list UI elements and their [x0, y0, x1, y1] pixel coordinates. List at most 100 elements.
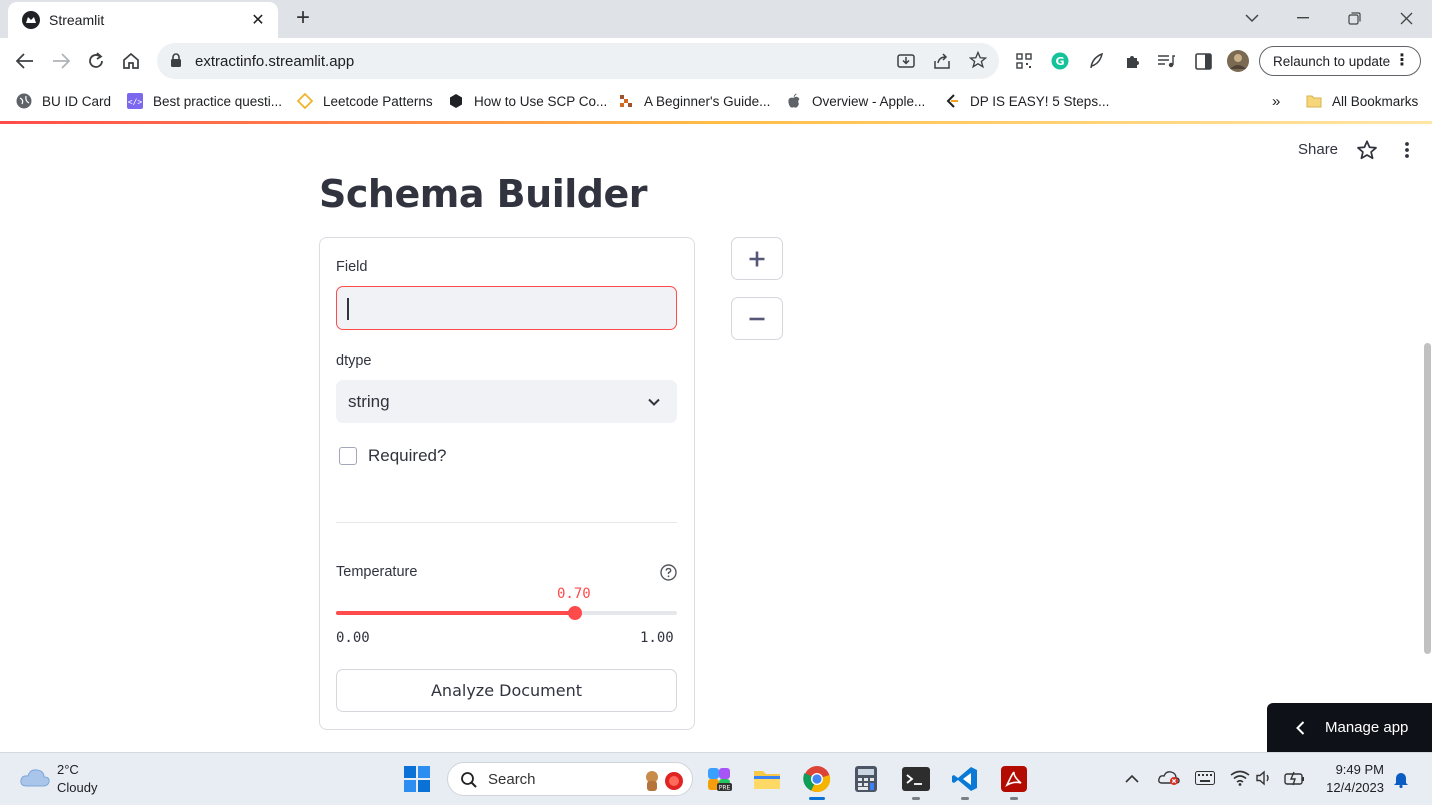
- dtype-label: dtype: [336, 353, 372, 369]
- clock-time[interactable]: 9:49 PM: [1332, 762, 1384, 777]
- streamlit-top-decoration: [0, 121, 1432, 124]
- weather-temp[interactable]: 2°C: [57, 762, 79, 777]
- weather-desc[interactable]: Cloudy: [57, 780, 97, 795]
- running-indicator: [1010, 797, 1018, 800]
- chrome-menu-icon[interactable]: ⋮: [1394, 53, 1410, 69]
- back-icon[interactable]: [13, 49, 37, 73]
- temperature-max: 1.00: [640, 630, 674, 646]
- bookmarks-bar: BU ID Card </> Best practice questi... L…: [0, 84, 1432, 118]
- side-panel-icon[interactable]: [1192, 50, 1214, 72]
- close-tab-icon[interactable]: ✕: [248, 10, 268, 30]
- windows-start-icon[interactable]: [401, 763, 433, 795]
- home-icon[interactable]: [119, 49, 143, 73]
- required-label[interactable]: Required?: [368, 446, 446, 466]
- volume-icon[interactable]: [1256, 770, 1274, 791]
- plus-icon: [749, 251, 765, 266]
- page-scrollbar[interactable]: [1424, 343, 1431, 654]
- main-menu-icon[interactable]: [1398, 139, 1416, 161]
- cloud-icon[interactable]: [19, 766, 51, 793]
- svg-text:PRE: PRE: [719, 785, 731, 792]
- temperature-slider-fill: [336, 611, 575, 615]
- temperature-slider-thumb[interactable]: [568, 606, 582, 620]
- extensions-icon[interactable]: [1121, 50, 1143, 72]
- apple-icon: [786, 93, 802, 109]
- restore-icon[interactable]: [1341, 6, 1367, 30]
- media-queue-icon[interactable]: [1155, 50, 1177, 72]
- battery-icon[interactable]: [1284, 770, 1306, 791]
- bookmark-label: Best practice questi...: [153, 93, 283, 109]
- qr-code-icon[interactable]: [1013, 50, 1035, 72]
- svg-text:</>: </>: [128, 98, 143, 107]
- all-bookmarks-label: All Bookmarks: [1332, 93, 1419, 109]
- reload-icon[interactable]: [84, 49, 108, 73]
- bookmark-label: Overview - Apple...: [812, 93, 926, 109]
- feather-extension-icon[interactable]: [1085, 50, 1107, 72]
- browser-toolbar: extractinfo.streamlit.app G Relaunch to …: [0, 38, 1432, 84]
- copilot-icon[interactable]: PRE: [703, 763, 735, 795]
- dtype-select[interactable]: string: [336, 380, 677, 423]
- lock-icon[interactable]: [170, 53, 182, 73]
- bookmark-apple-overview[interactable]: Overview - Apple...: [786, 92, 925, 110]
- dtype-selected-value: string: [348, 391, 390, 411]
- manage-app-button[interactable]: Manage app: [1267, 703, 1432, 752]
- star-icon[interactable]: [1356, 139, 1378, 161]
- url-text: extractinfo.streamlit.app: [195, 53, 355, 70]
- install-app-icon[interactable]: [897, 52, 915, 75]
- notification-bell-icon[interactable]: [1393, 770, 1409, 793]
- relaunch-button[interactable]: Relaunch to update ⋮: [1259, 46, 1421, 76]
- help-icon[interactable]: [660, 564, 677, 581]
- chevron-up-icon[interactable]: [1125, 771, 1139, 789]
- tab-search-icon[interactable]: [1239, 6, 1265, 30]
- chrome-taskbar-icon[interactable]: [801, 763, 833, 800]
- grammarly-icon[interactable]: G: [1049, 50, 1071, 72]
- bookmark-beginners-guide[interactable]: A Beginner's Guide...: [618, 92, 770, 110]
- temperature-min: 0.00: [336, 630, 370, 646]
- text-caret: [347, 298, 349, 320]
- calculator-icon[interactable]: [850, 763, 882, 795]
- bookmark-label: Leetcode Patterns: [323, 93, 433, 109]
- wifi-icon[interactable]: [1230, 770, 1250, 791]
- bookmark-leetcode-patterns[interactable]: Leetcode Patterns: [297, 92, 433, 110]
- bookmark-scp[interactable]: How to Use SCP Co...: [448, 92, 607, 110]
- bookmarks-overflow[interactable]: »: [1272, 92, 1280, 110]
- browser-tab[interactable]: Streamlit ✕: [8, 2, 278, 38]
- bookmark-best-practice[interactable]: </> Best practice questi...: [127, 92, 282, 110]
- bookmark-bu-id-card[interactable]: BU ID Card: [16, 92, 111, 110]
- add-field-button[interactable]: [731, 237, 783, 280]
- folder-icon: [1306, 93, 1322, 109]
- manage-app-label: Manage app: [1325, 719, 1409, 736]
- analyze-document-button[interactable]: Analyze Document: [336, 669, 677, 712]
- share-button[interactable]: Share: [1298, 141, 1338, 158]
- hexagon-icon: [448, 93, 464, 109]
- terminal-icon[interactable]: [900, 763, 932, 800]
- bookmark-star-icon[interactable]: [968, 50, 988, 74]
- close-window-icon[interactable]: [1393, 6, 1419, 30]
- taskbar-search[interactable]: Search: [447, 762, 693, 796]
- address-bar[interactable]: extractinfo.streamlit.app: [157, 43, 999, 79]
- temperature-label: Temperature: [336, 564, 418, 580]
- minimize-icon[interactable]: [1290, 6, 1316, 30]
- windows-taskbar: 2°C Cloudy Search PRE 9:49 PM 12/4/2023: [0, 752, 1432, 805]
- share-page-icon[interactable]: [933, 52, 951, 75]
- bookmark-label: BU ID Card: [42, 93, 112, 109]
- field-input[interactable]: [336, 286, 677, 330]
- temperature-value: 0.70: [557, 586, 591, 602]
- required-checkbox[interactable]: [339, 447, 357, 465]
- form-divider: [336, 522, 677, 523]
- temperature-slider-track[interactable]: [336, 611, 677, 615]
- profile-avatar[interactable]: [1227, 50, 1249, 72]
- clock-date[interactable]: 12/4/2023: [1316, 780, 1384, 795]
- forward-icon[interactable]: [49, 49, 73, 73]
- all-bookmarks[interactable]: All Bookmarks: [1306, 92, 1418, 110]
- file-explorer-icon[interactable]: [751, 763, 783, 795]
- vscode-icon[interactable]: [949, 763, 981, 800]
- page-title: Schema Builder: [319, 172, 647, 216]
- running-indicator: [961, 797, 969, 800]
- field-label: Field: [336, 259, 368, 275]
- bookmark-dp-is-easy[interactable]: DP IS EASY! 5 Steps...: [944, 92, 1109, 110]
- keyboard-icon[interactable]: [1195, 771, 1215, 790]
- acrobat-icon[interactable]: [998, 763, 1030, 800]
- remove-field-button[interactable]: [731, 297, 783, 340]
- onedrive-icon[interactable]: [1158, 769, 1180, 790]
- new-tab-icon[interactable]: +: [290, 6, 316, 32]
